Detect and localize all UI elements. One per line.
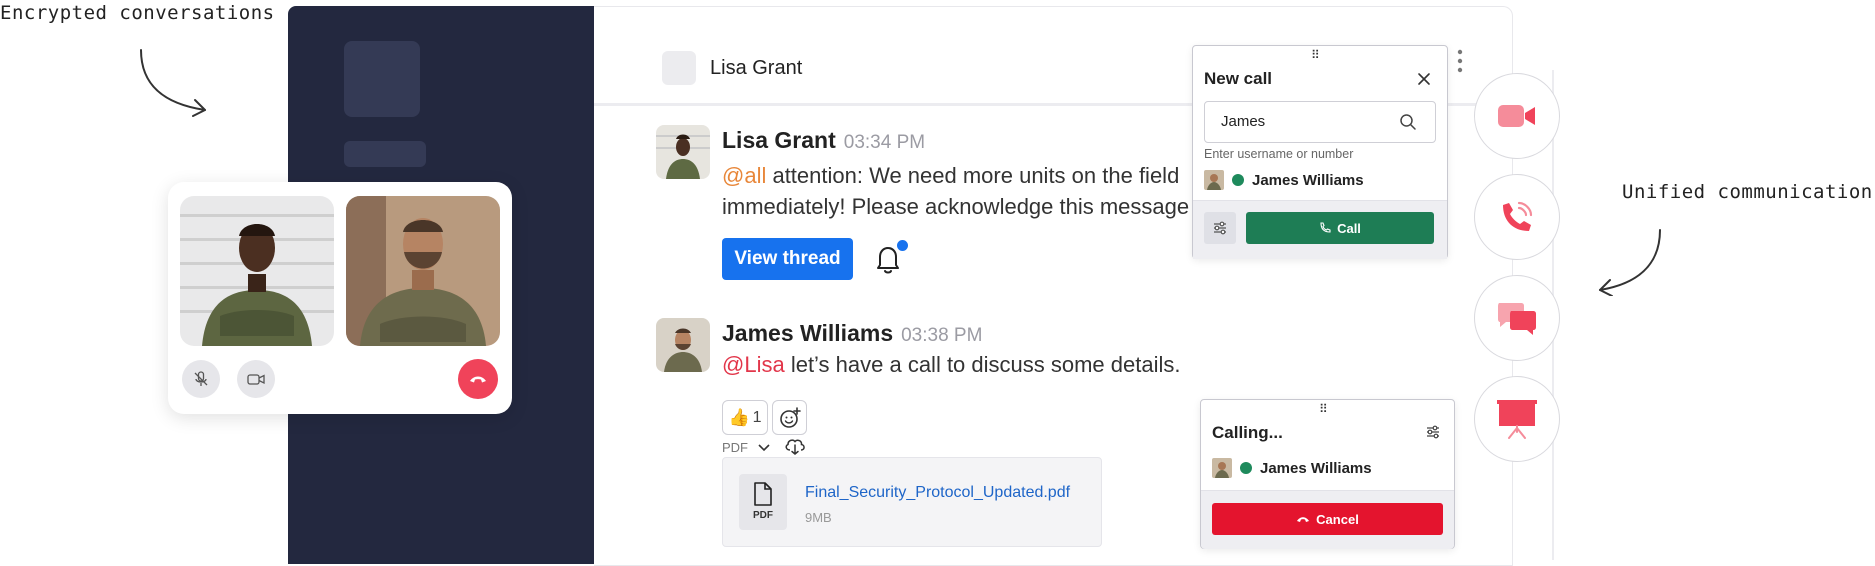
add-reaction-button[interactable] <box>772 400 807 435</box>
sliders-icon <box>1214 221 1226 235</box>
search-icon <box>1400 114 1416 130</box>
video-icon <box>1498 105 1535 127</box>
message-text: @Lisa let’s have a call to discuss some … <box>722 349 1181 380</box>
message-author: James Williams 03:38 PM <box>722 320 982 347</box>
sidebar-item-placeholder[interactable] <box>344 141 426 167</box>
result-avatar <box>1204 170 1224 190</box>
new-call-popup: ⠿ New call James Enter username or numbe… <box>1192 45 1448 259</box>
calling-popup: ⠿ Calling... James Williams Cancel <box>1200 399 1455 549</box>
calling-avatar <box>1212 458 1232 478</box>
message-body: let’s have a call to discuss some detail… <box>784 352 1181 377</box>
view-thread-button[interactable]: View thread <box>722 238 853 280</box>
message-avatar-james[interactable] <box>656 318 710 372</box>
pdf-file-icon: PDF <box>739 474 787 530</box>
attachment-format-dropdown[interactable]: PDF <box>722 440 770 455</box>
chevron-down-icon <box>758 443 770 451</box>
message-author-name[interactable]: Lisa Grant <box>722 127 836 153</box>
message-time: 03:38 PM <box>901 325 983 346</box>
reaction-thumbs-up[interactable]: 👍 1 <box>722 400 768 435</box>
online-status-dot <box>1232 174 1244 186</box>
mute-microphone-button[interactable] <box>182 360 220 398</box>
phone-icon <box>1320 222 1331 233</box>
calling-person: James Williams <box>1212 458 1372 478</box>
chat-bubbles-icon <box>1498 303 1536 335</box>
rail-phone-button[interactable] <box>1474 174 1560 260</box>
cancel-call-button[interactable]: Cancel <box>1212 503 1443 535</box>
message-time: 03:34 PM <box>843 132 926 153</box>
calling-name: James Williams <box>1260 459 1372 477</box>
presentation-icon <box>1497 400 1537 439</box>
video-tile-participant-1[interactable] <box>180 196 334 346</box>
call-button[interactable]: Call <box>1246 212 1434 244</box>
more-options-icon[interactable] <box>1456 47 1464 77</box>
video-tile-participant-2[interactable] <box>346 196 500 346</box>
header-contact-name: Lisa Grant <box>710 57 803 79</box>
new-call-search-field[interactable]: James <box>1204 101 1436 143</box>
add-emoji-icon <box>779 406 801 428</box>
message-author: Lisa Grant 03:34 PM <box>722 127 925 154</box>
new-call-result[interactable]: James Williams <box>1204 170 1364 190</box>
camera-toggle-button[interactable] <box>237 360 275 398</box>
cancel-button-label: Cancel <box>1316 511 1359 527</box>
drag-handle-icon[interactable]: ⠿ <box>1311 48 1320 62</box>
annotation-arrow-left-icon <box>140 49 206 117</box>
drag-handle-icon[interactable]: ⠿ <box>1319 402 1328 416</box>
header-avatar <box>662 51 696 85</box>
call-button-label: Call <box>1337 220 1361 236</box>
message-author-name[interactable]: James Williams <box>722 320 893 346</box>
annotation-arrow-right-icon <box>1599 229 1661 296</box>
message-line1: attention: We need more units on the fie… <box>766 163 1180 188</box>
attachment-format-label: PDF <box>722 440 748 455</box>
sliders-icon[interactable] <box>1425 424 1441 440</box>
phone-call-icon <box>1503 201 1533 231</box>
file-name-link[interactable]: Final_Security_Protocol_Updated.pdf <box>805 484 1070 502</box>
mention-lisa[interactable]: @Lisa <box>722 352 785 377</box>
pdf-file-icon-label: PDF <box>753 510 773 521</box>
annotation-encrypted-conversations: Encrypted conversations <box>0 2 275 24</box>
thumbs-up-emoji: 👍 <box>728 407 750 427</box>
camera-icon <box>247 374 265 385</box>
new-call-hint: Enter username or number <box>1204 147 1354 161</box>
hang-up-icon <box>1297 517 1310 522</box>
message-avatar-lisa[interactable] <box>656 125 710 179</box>
message-line2: immediately! Please acknowledge this mes… <box>722 194 1190 219</box>
close-icon[interactable] <box>1417 72 1431 86</box>
video-call-card <box>168 182 512 414</box>
cloud-download-icon[interactable] <box>784 436 806 456</box>
rail-video-button[interactable] <box>1474 73 1560 159</box>
mention-all[interactable]: @all <box>722 163 766 188</box>
microphone-off-icon <box>194 371 208 386</box>
hang-up-icon <box>470 376 486 383</box>
call-settings-button[interactable] <box>1204 212 1236 244</box>
annotation-unified-communication: Unified communication <box>1622 181 1873 203</box>
notification-dot <box>895 238 910 253</box>
reaction-count: 1 <box>752 408 762 426</box>
end-call-button[interactable] <box>458 359 498 399</box>
file-attachment-card[interactable]: PDF Final_Security_Protocol_Updated.pdf … <box>722 457 1102 547</box>
new-call-title: New call <box>1204 69 1273 88</box>
rail-chat-button[interactable] <box>1474 275 1560 361</box>
sidebar-logo-placeholder <box>344 41 420 117</box>
new-call-search-value: James <box>1221 113 1266 130</box>
file-size: 9MB <box>805 510 832 525</box>
calling-title: Calling... <box>1212 423 1283 442</box>
rail-presentation-button[interactable] <box>1474 376 1560 462</box>
online-status-dot <box>1240 462 1252 474</box>
result-name: James Williams <box>1252 171 1364 189</box>
message-text: @all attention: We need more units on th… <box>722 160 1222 222</box>
